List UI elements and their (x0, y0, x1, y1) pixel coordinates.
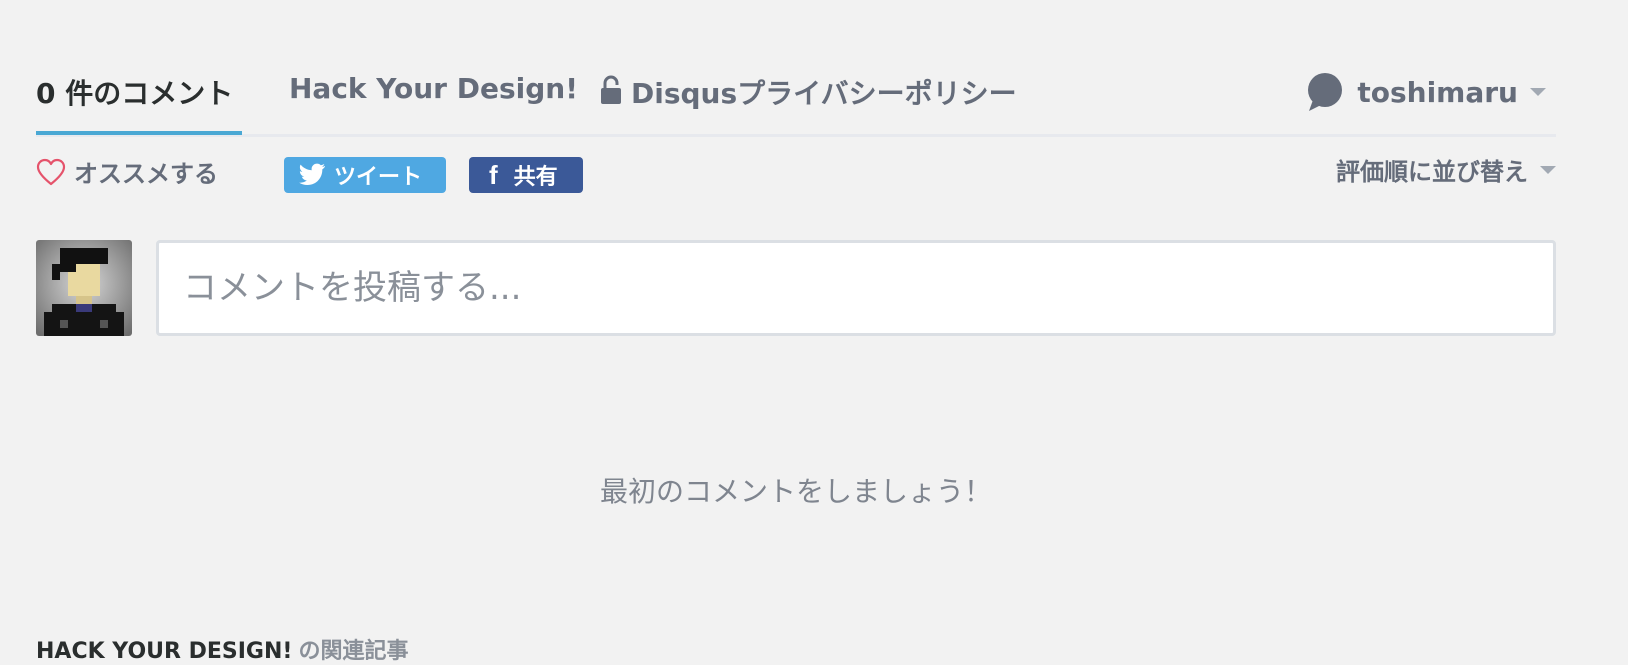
empty-state-message: 最初のコメントをしましょう！ (599, 475, 992, 508)
related-posts-heading: HACK YOUR DESIGN! の関連記事 (36, 633, 408, 665)
comment-input[interactable] (156, 240, 1556, 336)
recommend-label: オススメする (74, 160, 218, 188)
tweet-button[interactable]: ツイート (284, 157, 446, 193)
facebook-share-button[interactable]: f 共有 (469, 157, 583, 193)
user-menu[interactable]: toshimaru (1305, 72, 1546, 112)
sort-label: 評価順に並び替え (1336, 158, 1528, 186)
user-name: toshimaru (1357, 75, 1518, 109)
avatar[interactable] (36, 240, 132, 336)
chat-bubble-icon (1308, 73, 1343, 111)
twitter-icon (299, 163, 325, 185)
thread-actions: オススメする ツイート f 共有 評価順に並び替え (36, 154, 1556, 194)
lock-icon (599, 75, 623, 105)
disqus-thread: 0 件のコメント Hack Your Design! Disqusプライバシーポ… (36, 0, 1556, 664)
caret-down-icon (1540, 165, 1556, 174)
privacy-policy-link[interactable]: Disqusプライバシーポリシー (599, 72, 1017, 112)
thread-nav: 0 件のコメント Hack Your Design! Disqusプライバシーポ… (36, 62, 1556, 137)
share-label: 共有 (513, 165, 558, 190)
facebook-icon: f (489, 159, 498, 190)
heart-icon (36, 158, 66, 185)
tab-comments[interactable]: 0 件のコメント (36, 72, 243, 135)
privacy-policy-label: Disqusプライバシーポリシー (631, 77, 1017, 110)
tweet-label: ツイート (334, 165, 423, 190)
tab-community-label: Hack Your Design! (289, 72, 578, 105)
tab-community[interactable]: Hack Your Design! (289, 72, 578, 105)
related-suffix: の関連記事 (298, 639, 409, 664)
recommend-button[interactable]: オススメする (36, 154, 218, 189)
sort-dropdown[interactable]: 評価順に並び替え (1336, 152, 1556, 187)
caret-down-icon (1530, 88, 1546, 96)
related-site-name: HACK YOUR DESIGN! (36, 639, 293, 664)
tab-comments-label: 0 件のコメント (36, 77, 234, 110)
